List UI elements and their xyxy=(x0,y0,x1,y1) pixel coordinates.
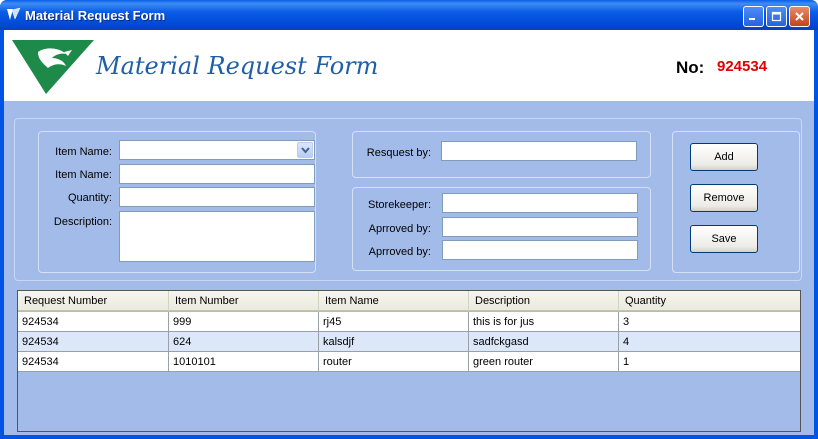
client-area: Material Request Form No: 924534 Item Na… xyxy=(4,30,814,435)
save-button[interactable]: Save xyxy=(690,225,758,253)
request-number-label: No: xyxy=(676,58,705,77)
description-label: Description: xyxy=(53,216,112,228)
table-cell[interactable]: 924534 xyxy=(18,352,169,371)
app-window: Material Request Form Material Request F… xyxy=(0,0,818,439)
request-items-grid[interactable]: Request Number Item Number Item Name Des… xyxy=(17,290,801,432)
column-header[interactable]: Item Number xyxy=(169,291,319,311)
quantity-label: Quantity: xyxy=(67,192,112,204)
app-icon[interactable] xyxy=(6,7,21,22)
description-field[interactable] xyxy=(119,211,315,262)
grid-header: Request Number Item Number Item Name Des… xyxy=(18,291,800,311)
table-row[interactable]: 924534 624 kalsdjf sadfckgasd 4 xyxy=(18,332,800,352)
approved-by-2-field[interactable] xyxy=(442,240,638,260)
table-row[interactable]: 924534 999 rj45 this is for jus 3 xyxy=(18,312,800,332)
minimize-button[interactable] xyxy=(743,6,764,27)
table-cell[interactable]: 3 xyxy=(619,312,800,331)
table-cell[interactable]: 1010101 xyxy=(169,352,319,371)
column-header[interactable]: Quantity xyxy=(619,291,800,311)
item-name-select-label: Item Name: xyxy=(55,146,112,158)
remove-button[interactable]: Remove xyxy=(690,184,758,212)
storekeeper-field[interactable] xyxy=(442,193,638,213)
minimize-icon xyxy=(749,18,755,20)
close-button[interactable] xyxy=(789,6,810,27)
table-cell[interactable]: 4 xyxy=(619,332,800,351)
maximize-icon xyxy=(771,11,782,22)
table-cell[interactable]: green router xyxy=(469,352,619,371)
storekeeper-label: Storekeeper: xyxy=(368,199,431,211)
quantity-field[interactable] xyxy=(119,187,315,207)
column-header[interactable]: Request Number xyxy=(18,291,169,311)
form-title: Material Request Form xyxy=(96,52,379,80)
item-name-label: Item Name: xyxy=(55,169,112,181)
approved-by-1-field[interactable] xyxy=(442,217,638,237)
column-header[interactable]: Item Name xyxy=(319,291,469,311)
table-cell[interactable]: 924534 xyxy=(18,332,169,351)
item-name-dropdown[interactable] xyxy=(119,140,315,160)
request-number-value: 924534 xyxy=(717,58,768,75)
table-cell[interactable]: 924534 xyxy=(18,312,169,331)
table-cell[interactable]: 624 xyxy=(169,332,319,351)
table-cell[interactable]: this is for jus xyxy=(469,312,619,331)
table-cell[interactable]: 999 xyxy=(169,312,319,331)
window-title: Material Request Form xyxy=(25,8,166,23)
chevron-down-icon xyxy=(300,146,310,154)
company-logo xyxy=(12,40,94,94)
table-cell[interactable]: 1 xyxy=(619,352,800,371)
requested-by-label: Resquest by: xyxy=(366,147,431,159)
table-cell[interactable]: kalsdjf xyxy=(319,332,469,351)
table-row[interactable]: 924534 1010101 router green router 1 xyxy=(18,352,800,372)
add-button[interactable]: Add xyxy=(690,143,758,171)
dropdown-button[interactable] xyxy=(297,142,313,158)
table-cell[interactable]: router xyxy=(319,352,469,371)
column-header[interactable]: Description xyxy=(469,291,619,311)
table-cell[interactable]: rj45 xyxy=(319,312,469,331)
form-header: Material Request Form No: 924534 xyxy=(4,30,814,101)
title-bar[interactable]: Material Request Form xyxy=(0,0,818,30)
requested-by-field[interactable] xyxy=(441,141,637,161)
approved-by-2-label: Aprroved by: xyxy=(368,246,431,258)
maximize-button[interactable] xyxy=(766,6,787,27)
table-cell[interactable]: sadfckgasd xyxy=(469,332,619,351)
close-icon xyxy=(795,12,804,21)
item-name-field[interactable] xyxy=(119,164,315,184)
approved-by-1-label: Aprroved by: xyxy=(368,223,431,235)
